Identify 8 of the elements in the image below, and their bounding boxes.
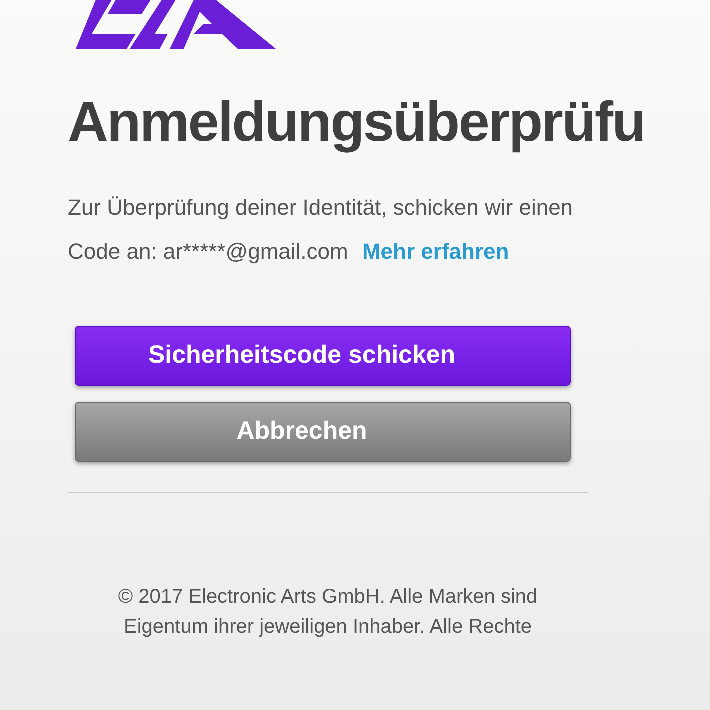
send-code-button[interactable]: Sicherheitscode schicken bbox=[75, 326, 571, 386]
cancel-button[interactable]: Abbrechen bbox=[75, 402, 571, 462]
copyright-text: © 2017 Electronic Arts GmbH. Alle Marken sind bbox=[118, 585, 538, 609]
page-title: Anmeldungsüberprüfu bbox=[68, 89, 645, 155]
copyright-text: Eigentum ihrer jeweiligen Inhaber. Alle Rechte bbox=[124, 615, 532, 639]
learn-more-link[interactable]: Mehr erfahren bbox=[362, 239, 510, 264]
verification-message: Zur Überprüfung deiner Identität, schicken wir einen Code an: ar*****@gmail.com Mehr erfahren bbox=[68, 194, 574, 266]
logo-icon bbox=[76, 0, 276, 49]
